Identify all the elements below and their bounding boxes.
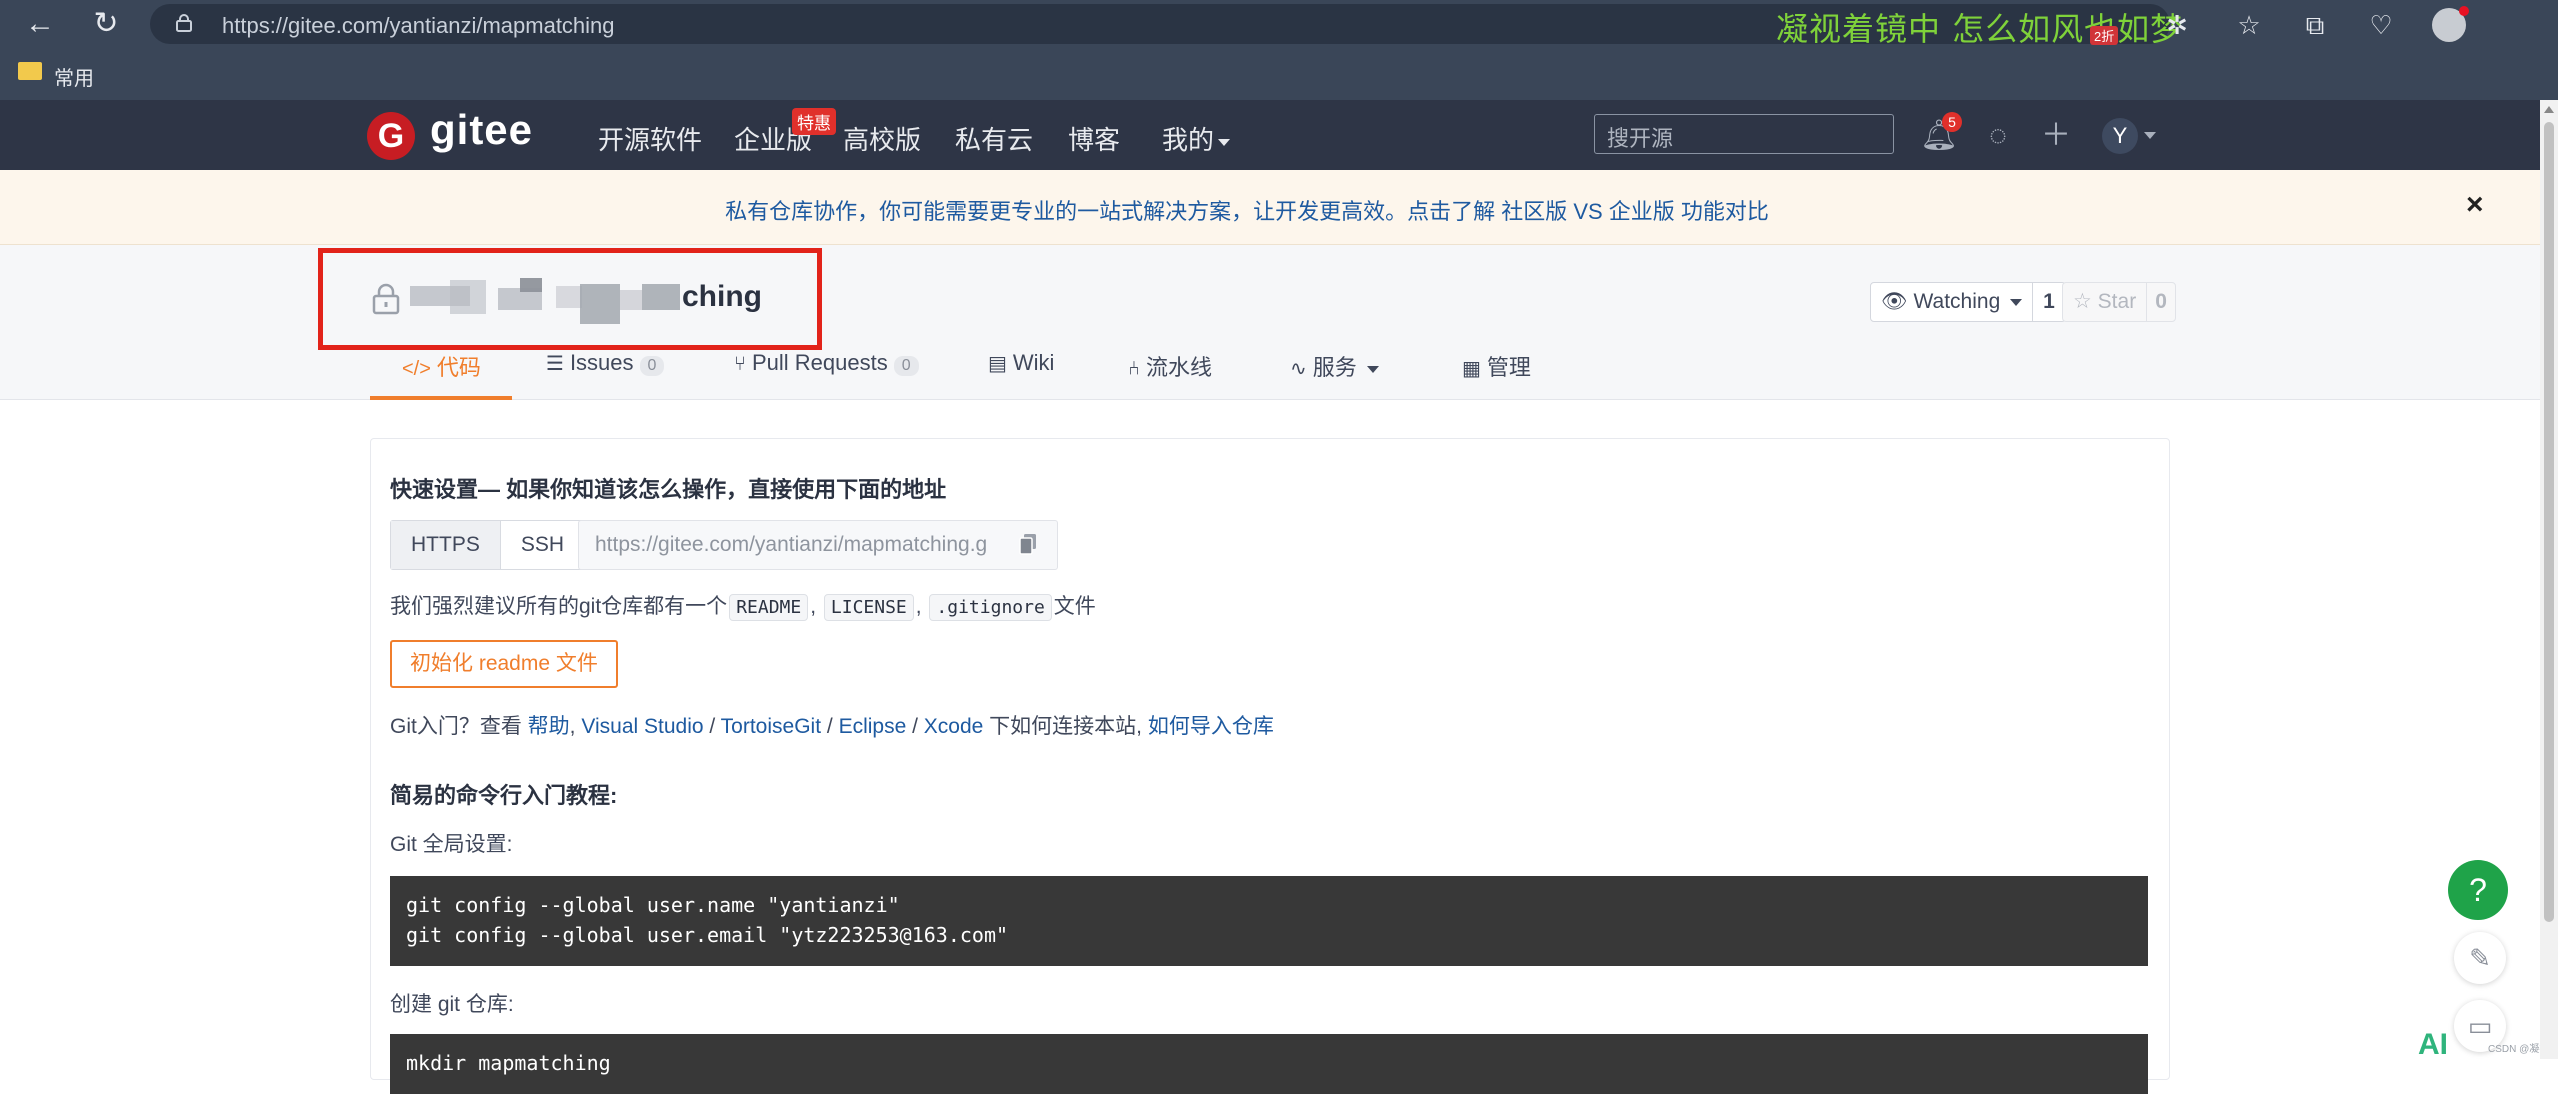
collections-icon[interactable]: ⧉	[2298, 8, 2332, 42]
url-text: https://gitee.com/yantianzi/mapmatching	[222, 13, 615, 38]
extension-badge: 2折	[2090, 26, 2119, 45]
clone-url-field[interactable]: https://gitee.com/yantianzi/mapmatching.…	[578, 520, 1058, 570]
https-option[interactable]: HTTPS	[391, 521, 501, 569]
issues-count: 0	[639, 356, 665, 376]
eclipse-link[interactable]: Eclipse	[839, 715, 907, 738]
marquee-text: 凝视着镜中 怎么如风也如梦	[1776, 10, 2184, 48]
user-avatar[interactable]: Y	[2102, 118, 2138, 154]
notice-text[interactable]: 私有仓库协作，你可能需要更专业的一站式解决方案，让开发更高效。点击了解 社区版 …	[0, 194, 2494, 226]
wiki-icon: ▤	[988, 353, 1007, 375]
gitignore-pill: .gitignore	[929, 594, 1052, 621]
star-button[interactable]: ☆ Star 0	[2062, 282, 2176, 322]
chevron-down-icon	[1218, 138, 1231, 146]
tab-wiki[interactable]: ▤ Wiki	[988, 350, 1054, 400]
chevron-down-icon	[1366, 365, 1379, 373]
browser-essentials-icon[interactable]: ♡	[2364, 8, 2398, 42]
refresh-icon[interactable]: ↻	[88, 6, 124, 42]
feedback-edit-icon[interactable]: ✎	[2454, 932, 2506, 984]
lock-icon	[176, 14, 192, 32]
address-row: ← ↻ https://gitee.com/yantianzi/mapmatch…	[0, 0, 2558, 48]
nav-private-cloud[interactable]: 私有云	[955, 120, 1033, 157]
tab-pipeline[interactable]: ⑃ 流水线	[1128, 350, 1212, 400]
pull-requests-count: 0	[893, 356, 919, 376]
extensions-icon[interactable]: ✲	[2160, 8, 2194, 42]
ai-assistant-badge[interactable]: AI	[2418, 1028, 2448, 1062]
code-line: git config --global user.name "yantianzi…	[406, 893, 900, 917]
lightbulb-icon[interactable]: ◌	[1980, 118, 2016, 154]
tab-issues[interactable]: ☰ Issues 0	[546, 350, 665, 400]
tortoisegit-link[interactable]: TortoiseGit	[721, 715, 821, 738]
xcode-link[interactable]: Xcode	[924, 715, 984, 738]
watch-count[interactable]: 1	[2033, 283, 2065, 321]
gitee-logo-icon[interactable]: G	[367, 112, 415, 160]
vertical-scrollbar[interactable]	[2540, 100, 2558, 1059]
promo-notice-bar: 私有仓库协作，你可能需要更专业的一站式解决方案，让开发更高效。点击了解 社区版 …	[0, 170, 2540, 245]
tab-code[interactable]: </> 代码	[402, 350, 481, 400]
star-label: ☆ Star	[2063, 283, 2148, 321]
copy-icon[interactable]	[1019, 533, 1037, 555]
code-icon: </>	[402, 358, 431, 380]
notification-count: 5	[1942, 112, 1962, 132]
protocol-switch: HTTPS SSH	[390, 520, 586, 570]
tab-manage[interactable]: ▦ 管理	[1462, 350, 1531, 400]
readme-pill: README	[729, 594, 809, 621]
init-readme-button[interactable]: 初始化 readme 文件	[390, 640, 618, 688]
gitee-logo-text[interactable]: gitee	[430, 106, 533, 154]
watch-button[interactable]: 👁︎ Watching 1	[1870, 282, 2066, 322]
close-icon[interactable]: ×	[2466, 188, 2484, 222]
notification-dot	[2459, 6, 2469, 16]
import-repo-link[interactable]: 如何导入仓库	[1148, 715, 1274, 738]
scroll-up-arrow-icon[interactable]	[2544, 106, 2554, 113]
folder-icon	[18, 62, 42, 80]
git-intro-text: Git入门？查看 帮助, Visual Studio / TortoiseGit…	[390, 715, 1274, 738]
quick-setup-heading: 快速设置— 如果你知道该怎么操作，直接使用下面的地址	[390, 477, 947, 502]
scrollbar-thumb[interactable]	[2544, 122, 2554, 922]
nav-blog[interactable]: 博客	[1068, 120, 1120, 157]
ssh-option[interactable]: SSH	[501, 521, 584, 569]
chevron-down-icon	[2010, 298, 2023, 306]
manage-icon: ▦	[1462, 358, 1481, 380]
search-input[interactable]: 搜开源	[1594, 114, 1894, 154]
enterprise-promo-badge: 特惠	[792, 108, 836, 135]
active-tab-indicator	[370, 396, 512, 400]
tab-services[interactable]: ∿ 服务	[1290, 350, 1379, 400]
watch-label: 👁︎ Watching	[1871, 283, 2034, 321]
nav-open-source[interactable]: 开源软件	[598, 120, 702, 157]
nav-education[interactable]: 高校版	[843, 120, 921, 157]
favorites-icon[interactable]: ☆	[2232, 8, 2266, 42]
nav-mine-label: 我的	[1162, 125, 1215, 155]
bookmark-folder-label[interactable]: 常用	[54, 62, 94, 91]
help-link[interactable]: 帮助	[528, 715, 570, 738]
create-repo-label: 创建 git 仓库:	[390, 993, 514, 1016]
create-repo-code[interactable]: mkdir mapmatching	[390, 1034, 2148, 1094]
highlight-annotation-box	[318, 248, 822, 350]
nav-mine[interactable]: 我的	[1162, 120, 1231, 157]
site-header: G gitee 开源软件 企业版 特惠 高校版 私有云 博客 我的 搜开源 🔔︎…	[0, 100, 2540, 170]
code-line: git config --global user.email "ytz22325…	[406, 923, 1009, 947]
profile-avatar[interactable]	[2432, 6, 2469, 42]
browser-chrome: ← ↻ https://gitee.com/yantianzi/mapmatch…	[0, 0, 2558, 100]
global-config-code[interactable]: git config --global user.name "yantianzi…	[390, 876, 2148, 966]
help-button[interactable]: ?	[2448, 860, 2508, 920]
avatar-chevron-down-icon[interactable]	[2144, 132, 2156, 139]
issues-icon: ☰	[546, 353, 564, 375]
star-count[interactable]: 0	[2147, 283, 2175, 321]
global-settings-label: Git 全局设置:	[390, 833, 513, 856]
pipeline-icon: ⑃	[1128, 358, 1140, 380]
services-icon: ∿	[1290, 358, 1307, 380]
back-arrow-icon[interactable]: ←	[22, 6, 58, 42]
plus-icon[interactable]: ＋	[2038, 118, 2074, 154]
recommend-files-text: 我们强烈建议所有的git仓库都有一个 README, LICENSE, .giti…	[390, 590, 1096, 621]
tab-pull-requests[interactable]: ⑂ Pull Requests 0	[734, 350, 919, 400]
bookmarks-bar: 常用	[0, 52, 2558, 96]
pull-request-icon: ⑂	[734, 353, 746, 375]
clone-url-text[interactable]: https://gitee.com/yantianzi/mapmatching.…	[595, 533, 995, 557]
cli-tutorial-heading: 简易的命令行入门教程:	[390, 783, 618, 808]
visual-studio-link[interactable]: Visual Studio	[581, 715, 703, 738]
code-line: mkdir mapmatching	[406, 1051, 611, 1075]
license-pill: LICENSE	[823, 594, 914, 621]
